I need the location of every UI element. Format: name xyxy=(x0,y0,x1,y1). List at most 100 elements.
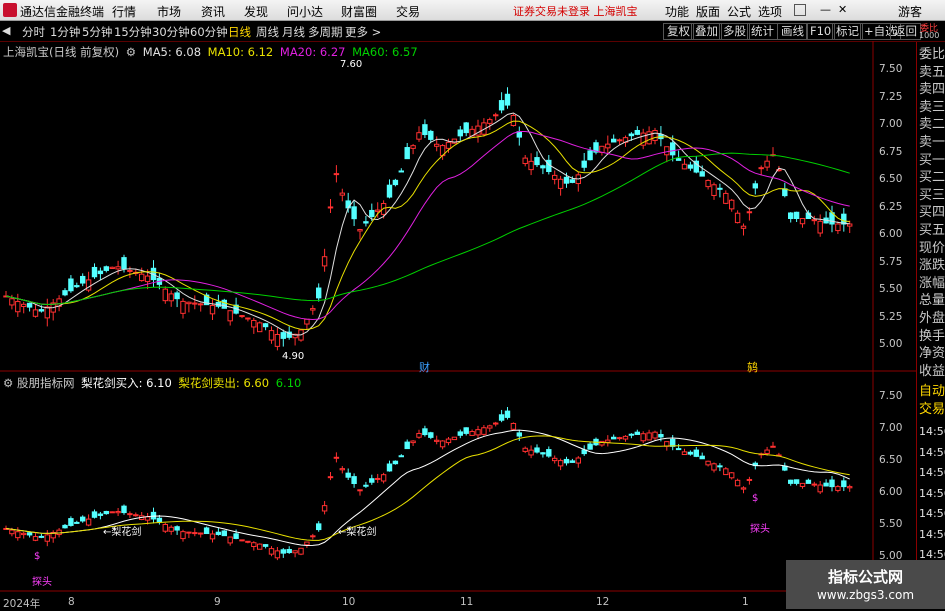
finance-marker[interactable]: 财 xyxy=(419,359,430,375)
overlay-button[interactable]: 叠加 xyxy=(691,23,722,40)
tab-monthly[interactable]: 月线 xyxy=(282,24,305,40)
quote-field-label: 买一 xyxy=(919,152,945,168)
candle-body xyxy=(711,463,717,471)
candle-body xyxy=(569,179,576,183)
candle-body xyxy=(363,484,369,487)
quote-field-label: 委比 xyxy=(919,47,945,62)
candle-body xyxy=(268,330,275,341)
x-axis-month: 11 xyxy=(460,596,474,608)
menu-item-layout[interactable]: 版面 xyxy=(696,3,720,20)
main-price-tick: 6.25 xyxy=(879,200,903,213)
candle-body xyxy=(262,323,269,328)
candle-body xyxy=(304,541,310,546)
window-icon[interactable] xyxy=(794,4,806,16)
quote-field-label: 买五 xyxy=(919,223,945,238)
event-marker[interactable]: 鸫 xyxy=(747,359,758,375)
candle-body xyxy=(847,223,853,227)
menu-item-discover[interactable]: 发现 xyxy=(244,3,268,20)
back-button[interactable]: 返回 xyxy=(890,23,921,40)
tick-time: 14:56 xyxy=(919,466,945,479)
mark-button[interactable]: 标记 xyxy=(832,23,863,40)
menu-item-wealth[interactable]: 财富圈 xyxy=(341,3,377,20)
candle-body xyxy=(410,145,416,149)
candle-body xyxy=(327,476,334,479)
sub-price-tick: 5.50 xyxy=(879,518,903,530)
candle-body xyxy=(522,157,528,165)
auto-trade-label[interactable]: 交易 xyxy=(919,401,945,419)
candle-body xyxy=(664,146,670,156)
menu-item-formula[interactable]: 公式 xyxy=(727,3,751,20)
tab-daily[interactable]: 日线 xyxy=(228,24,251,40)
candle-body xyxy=(186,301,192,305)
candle-body xyxy=(699,455,705,460)
candle-body xyxy=(80,275,86,284)
candle-body xyxy=(321,256,328,267)
menu-item-exchange[interactable]: 市场 xyxy=(157,3,181,20)
adjust-button[interactable]: 复权 xyxy=(663,23,694,40)
close-icon[interactable]: ✕ xyxy=(838,3,847,16)
candle-body xyxy=(127,269,133,272)
tab-intraday[interactable]: 分时 xyxy=(22,24,45,40)
tab-more[interactable]: 更多 > xyxy=(345,24,381,40)
candle-body xyxy=(652,130,658,141)
tab-5min[interactable]: 5分钟 xyxy=(82,24,112,40)
candle-body xyxy=(363,221,369,224)
candle-body xyxy=(699,171,705,177)
x-axis-month: 1 xyxy=(742,596,749,608)
candle-body xyxy=(487,119,493,124)
candle-body xyxy=(186,531,192,534)
tick-time: 14:56 xyxy=(919,445,945,459)
candle-body xyxy=(321,505,328,512)
multi-stock-button[interactable]: 多股 xyxy=(719,23,750,40)
candle-body xyxy=(752,183,758,189)
candle-body xyxy=(817,220,823,234)
quote-field-label: 买二 xyxy=(919,170,945,186)
main-price-tick: 5.00 xyxy=(879,338,903,350)
tab-15min[interactable]: 15分钟 xyxy=(114,24,152,40)
menu-item-market[interactable]: 行情 xyxy=(112,3,136,20)
candle-body xyxy=(310,535,316,538)
candle-body xyxy=(693,449,699,457)
candle-body xyxy=(15,531,21,539)
menu-item-ask[interactable]: 问小达 xyxy=(287,3,323,20)
candle-body xyxy=(788,212,794,219)
candle-body xyxy=(552,174,558,180)
minimize-icon[interactable]: — xyxy=(820,3,831,16)
user-label[interactable]: 游客 xyxy=(898,3,922,20)
candle-body xyxy=(398,455,405,458)
collapse-arrow-icon[interactable]: ◀ xyxy=(2,24,10,37)
candle-body xyxy=(91,511,98,518)
menu-item-news[interactable]: 资讯 xyxy=(201,3,225,20)
tab-1min[interactable]: 1分钟 xyxy=(50,24,80,40)
signal-dollar-left: $ xyxy=(34,551,41,562)
tab-30min[interactable]: 30分钟 xyxy=(152,24,190,40)
f10-button[interactable]: F10 xyxy=(806,23,836,40)
candle-body xyxy=(457,431,464,436)
menu-item-function[interactable]: 功能 xyxy=(665,3,689,20)
tab-weekly[interactable]: 周线 xyxy=(256,24,279,40)
candle-body xyxy=(316,523,322,531)
login-warning[interactable]: 证券交易未登录 上海凯宝 xyxy=(513,3,638,19)
candle-body xyxy=(162,524,169,532)
candle-body xyxy=(487,425,493,429)
candle-body xyxy=(221,530,228,537)
candle-body xyxy=(392,460,399,465)
x-axis-month: 12 xyxy=(596,596,610,608)
candle-body xyxy=(675,448,682,451)
tab-60min[interactable]: 60分钟 xyxy=(190,24,228,40)
quote-field-label: 收益 xyxy=(919,363,945,379)
menu-item-options[interactable]: 选项 xyxy=(758,3,782,20)
candle-body xyxy=(32,536,39,541)
tab-multi-period[interactable]: 多周期 xyxy=(308,24,343,40)
candle-body xyxy=(498,414,505,421)
candle-body xyxy=(835,486,841,491)
stats-button[interactable]: 统计 xyxy=(747,23,778,40)
candle-body xyxy=(717,187,723,190)
candle-body xyxy=(139,273,145,282)
quote-field-label: 涨幅 xyxy=(919,275,945,291)
candle-body xyxy=(510,114,517,126)
draw-line-button[interactable]: 画线 xyxy=(777,23,808,40)
auto-trade-label[interactable]: 自动 xyxy=(919,383,945,401)
menu-item-trade[interactable]: 交易 xyxy=(396,3,420,20)
candle-body xyxy=(345,472,351,478)
